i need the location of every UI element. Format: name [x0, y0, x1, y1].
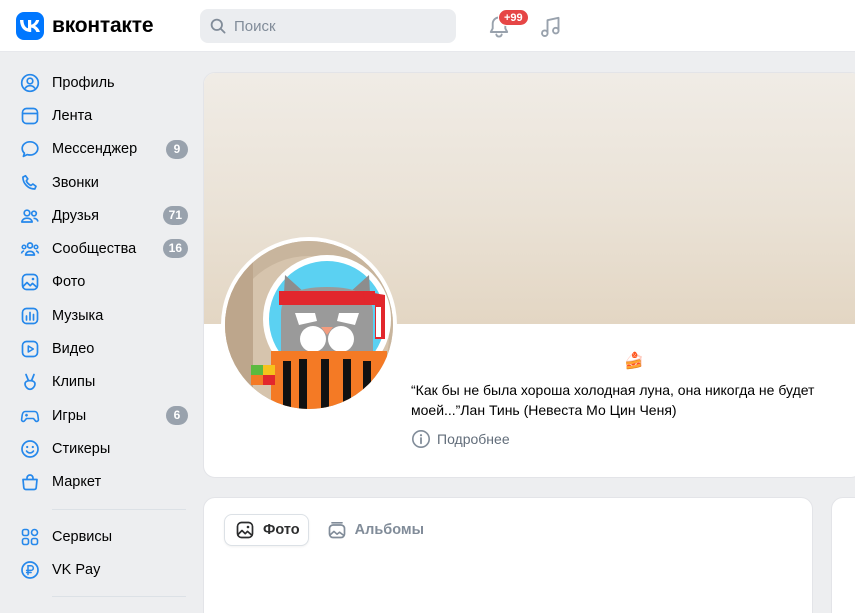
photo-icon [20, 272, 40, 292]
phone-icon [20, 173, 40, 193]
nav-label: Видео [52, 341, 95, 358]
nav-label: Сообщества [52, 241, 137, 258]
communities-icon [20, 239, 40, 259]
counter-badge: 71 [162, 206, 188, 226]
nav-item-games[interactable]: Игры 6 [12, 399, 192, 432]
nav-label: VK Pay [52, 561, 101, 578]
music-player-icon[interactable] [538, 14, 564, 40]
clips-icon [20, 372, 40, 392]
nav-label: Мессенджер [52, 141, 138, 158]
more-info-button[interactable]: Подробнее [411, 429, 510, 449]
video-icon [20, 339, 40, 359]
photo-tabs: Фото Альбомы [224, 514, 432, 546]
vk-logo-icon [16, 12, 44, 40]
nav-label: Игры [52, 407, 87, 424]
message-icon [20, 139, 40, 159]
nav-label: Музыка [52, 307, 104, 324]
games-icon [20, 406, 40, 426]
nav-item-vkpay[interactable]: VK Pay [12, 553, 192, 586]
nav-label: Сервисы [52, 528, 113, 545]
tab-label: Альбомы [354, 522, 424, 538]
nav-label: Лента [52, 107, 93, 124]
profile-status: “Как бы не была хороша холодная луна, он… [411, 382, 815, 418]
nav-item-feed[interactable]: Лента [12, 99, 192, 132]
logo-text: вконтакте [52, 14, 154, 37]
nav-label: Друзья [52, 207, 100, 224]
nav-item-communities[interactable]: Сообщества 16 [12, 232, 192, 265]
counter-badge: 6 [166, 405, 188, 425]
right-side-card [831, 497, 855, 613]
nav-item-calls[interactable]: Звонки [12, 166, 192, 199]
nav-item-video[interactable]: Видео [12, 332, 192, 365]
nav-label: Профиль [52, 74, 115, 91]
nav-item-market[interactable]: Маркет [12, 466, 192, 499]
nav-label: Звонки [52, 174, 99, 191]
search-box[interactable] [200, 9, 456, 43]
nav-label: Клипы [52, 374, 96, 391]
photo-icon [236, 521, 254, 539]
nav-label: Стикеры [52, 440, 111, 457]
nav-label: Маркет [52, 474, 102, 491]
left-nav: Профиль Лента Мессенджер 9 Звонки Друзья… [12, 66, 192, 607]
photos-card: Фото Альбомы [203, 497, 813, 613]
info-icon [412, 430, 430, 448]
avatar[interactable] [221, 237, 397, 413]
tab-albums[interactable]: Альбомы [317, 514, 432, 546]
vk-logo[interactable]: вконтакте [16, 12, 153, 40]
nav-label: Фото [52, 274, 86, 291]
nav-item-clips[interactable]: Клипы [12, 366, 192, 399]
nav-item-photos[interactable]: Фото [12, 266, 192, 299]
more-info-label: Подробнее [437, 431, 510, 447]
nav-item-messenger[interactable]: Мессенджер 9 [12, 133, 192, 166]
top-header: вконтакте +99 [0, 0, 855, 52]
counter-badge: 16 [162, 239, 188, 259]
tab-photos[interactable]: Фото [224, 514, 309, 546]
status-emoji: 🍰 [624, 353, 644, 370]
search-icon [210, 18, 226, 34]
avatar-image [225, 241, 393, 409]
services-icon [20, 527, 40, 547]
nav-item-friends[interactable]: Друзья 71 [12, 199, 192, 232]
market-icon [20, 472, 40, 492]
notifications-badge: +99 [498, 9, 529, 26]
friends-icon [20, 206, 40, 226]
nav-item-stickers[interactable]: Стикеры [12, 432, 192, 465]
counter-badge: 9 [166, 139, 188, 159]
nav-divider [52, 508, 186, 510]
nav-item-profile[interactable]: Профиль [12, 66, 192, 99]
user-circle-icon [20, 73, 40, 93]
music-icon [20, 306, 40, 326]
profile-card: 🍰 “Как бы не была хороша холодная луна, … [203, 72, 855, 478]
feed-icon [20, 106, 40, 126]
nav-item-music[interactable]: Музыка [12, 299, 192, 332]
nav-item-services[interactable]: Сервисы [12, 520, 192, 553]
nav-divider [52, 596, 186, 598]
search-input[interactable] [234, 17, 434, 35]
albums-icon [328, 521, 345, 539]
sticker-icon [20, 439, 40, 459]
vkpay-icon [20, 560, 40, 580]
tab-label: Фото [263, 522, 300, 538]
